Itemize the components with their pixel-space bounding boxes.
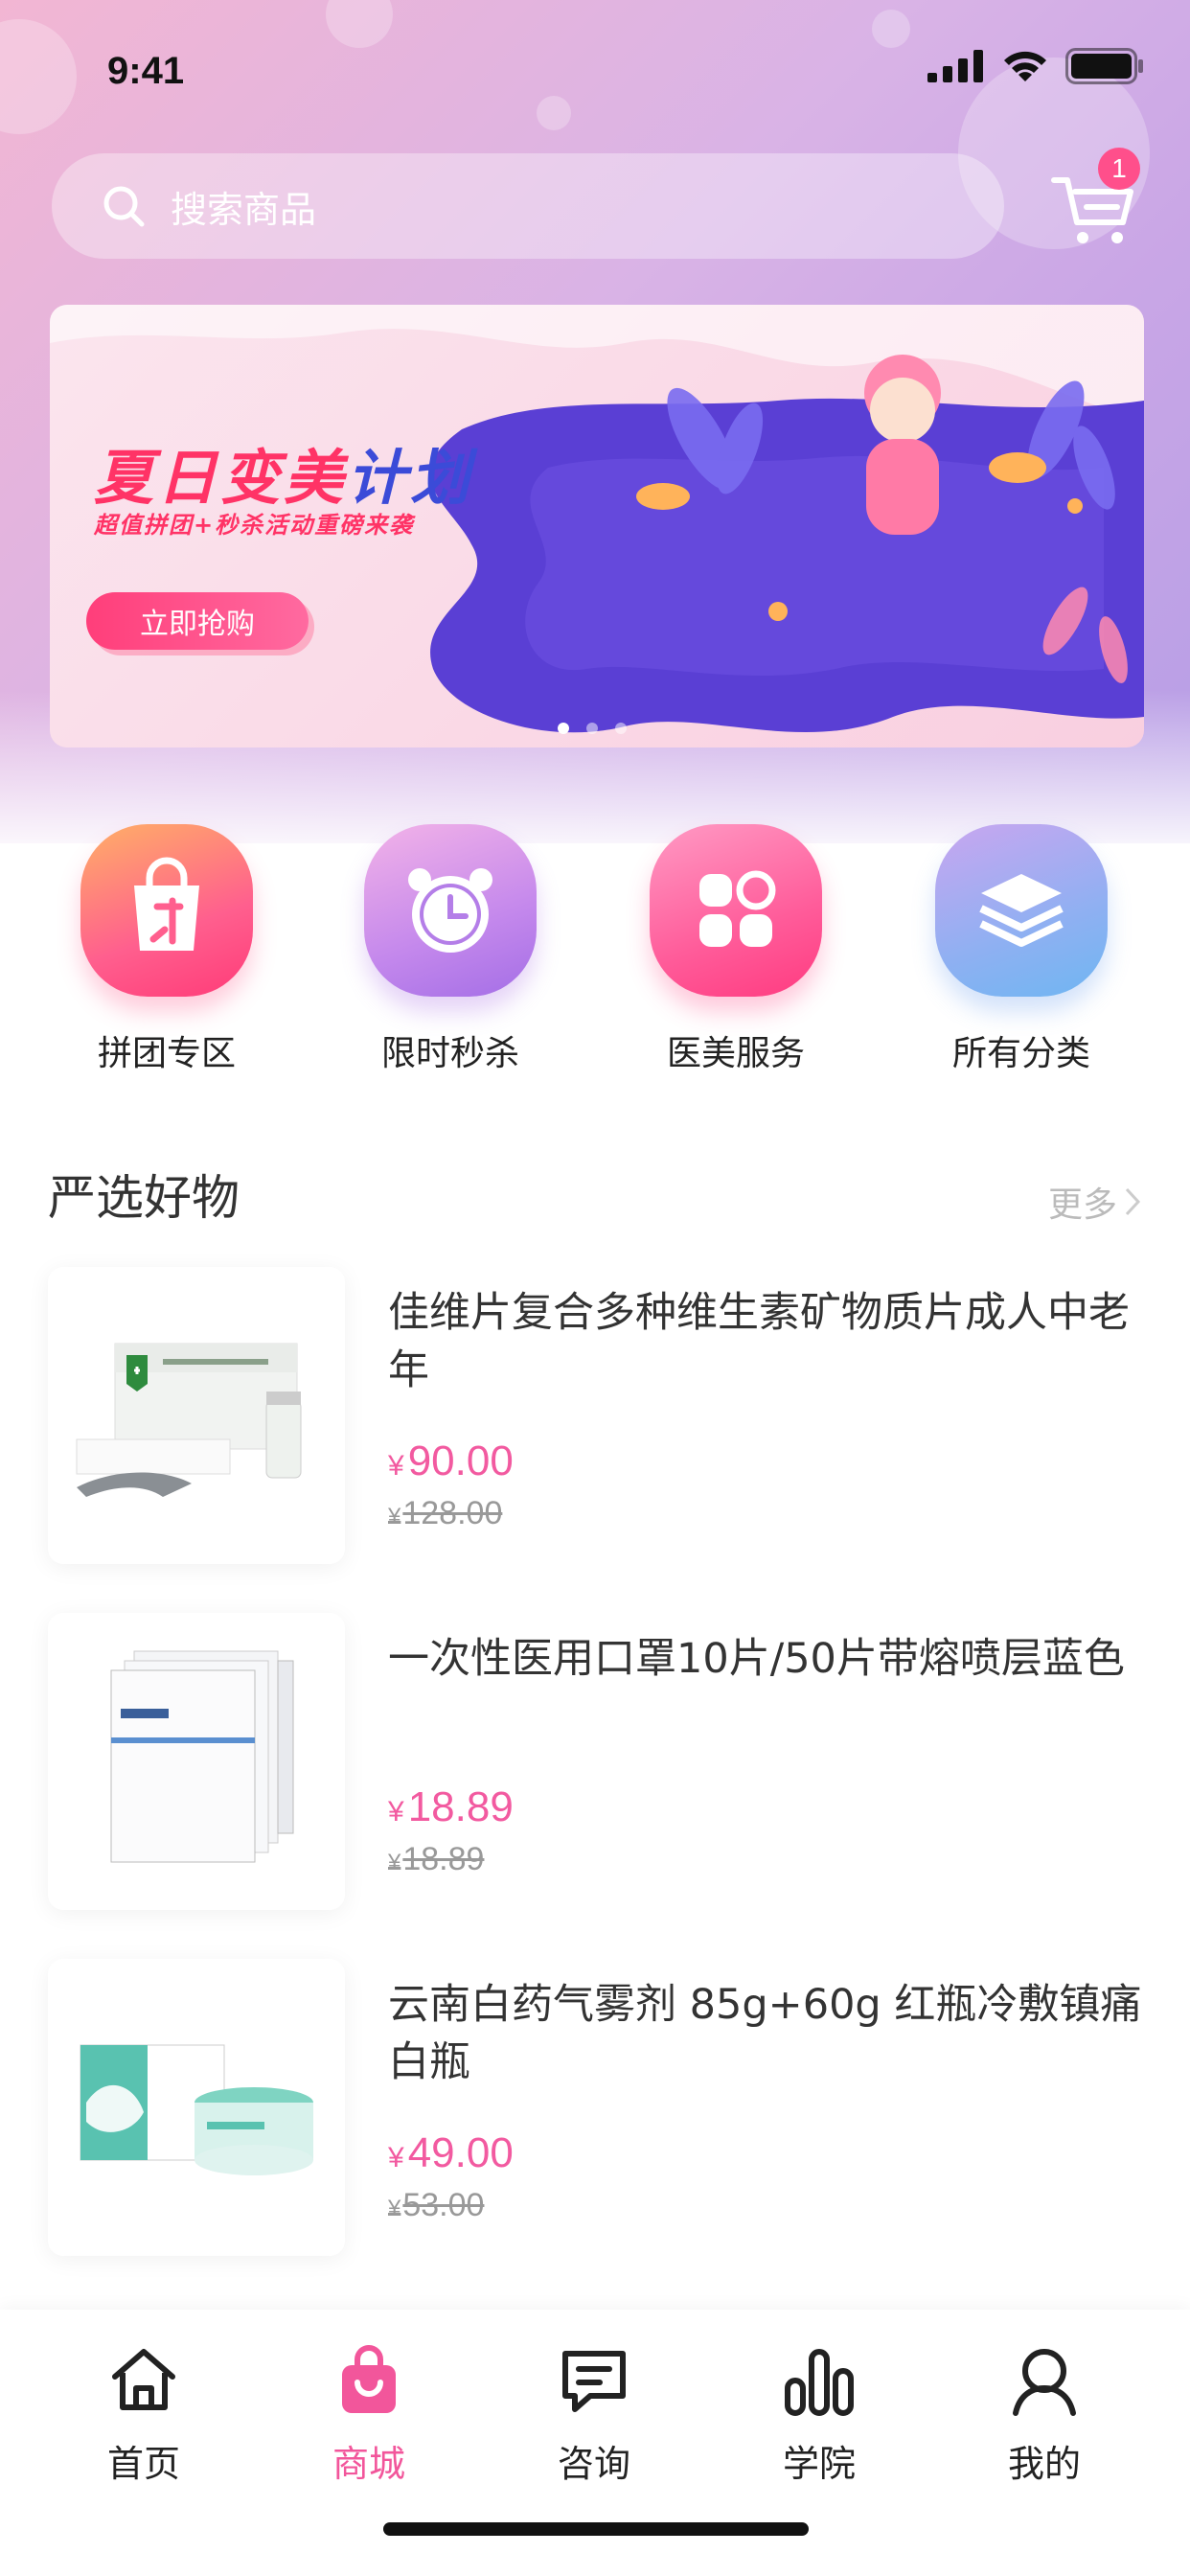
- cellular-signal-icon: [927, 50, 983, 82]
- shopping-bag-icon: [80, 824, 253, 997]
- category-label: 限时秒杀: [380, 1034, 519, 1073]
- product-price: ¥18.89: [388, 1783, 514, 1831]
- category-label: 医美服务: [666, 1034, 805, 1073]
- original-price-value: 53.00: [402, 2187, 485, 2223]
- product-image: [48, 1959, 345, 2256]
- product-price: ¥90.00: [388, 1438, 514, 1485]
- tab-label: 首页: [106, 2443, 180, 2485]
- tab-home[interactable]: 首页: [57, 2344, 230, 2487]
- currency-symbol: ¥: [388, 2196, 401, 2221]
- original-price-value: 18.89: [402, 1841, 485, 1877]
- banner-dot[interactable]: [558, 723, 569, 734]
- search-icon: [103, 186, 145, 227]
- cart-badge: 1: [1098, 148, 1140, 190]
- wifi-icon: [1004, 51, 1046, 81]
- more-label: 更多: [1047, 1185, 1117, 1225]
- category-grid: 拼团专区 限时秒杀 医美服务 所有分类: [0, 824, 1190, 1083]
- price-value: 18.89: [407, 1783, 514, 1830]
- category-group-buy[interactable]: 拼团专区: [52, 824, 282, 1075]
- category-medical-beauty[interactable]: 医美服务: [621, 824, 851, 1075]
- product-title: 佳维片复合多种维生素矿物质片成人中老年: [388, 1289, 1130, 1394]
- product-original-price: ¥53.00: [388, 2187, 484, 2224]
- user-icon: [1013, 2349, 1076, 2416]
- tab-profile[interactable]: 我的: [958, 2344, 1131, 2487]
- product-card[interactable]: 一次性医用口罩10片/50片带熔喷层蓝色 ¥18.89 ¥18.89: [48, 1613, 1142, 1912]
- layers-icon: [935, 824, 1108, 997]
- more-link[interactable]: 更多: [1048, 1177, 1142, 1227]
- promo-banner[interactable]: 夏日变美计划 超值拼团+秒杀活动重磅来袭 立即抢购: [50, 305, 1144, 748]
- search-input[interactable]: 搜索商品: [52, 153, 1004, 259]
- home-icon: [112, 2349, 175, 2410]
- chat-icon: [562, 2351, 626, 2412]
- product-price: ¥49.00: [388, 2129, 514, 2177]
- category-label: 拼团专区: [97, 1034, 236, 1073]
- home-indicator[interactable]: [383, 2522, 809, 2536]
- product-card[interactable]: 佳维片复合多种维生素矿物质片成人中老年 ¥90.00 ¥128.00: [48, 1267, 1142, 1566]
- product-title: 一次性医用口罩10片/50片带熔喷层蓝色: [388, 1635, 1125, 1683]
- category-all[interactable]: 所有分类: [906, 824, 1136, 1075]
- tab-shop[interactable]: 商城: [283, 2344, 455, 2487]
- price-value: 90.00: [407, 1438, 514, 1484]
- banner-pagination: [558, 723, 627, 734]
- currency-symbol: ¥: [388, 1850, 401, 1875]
- product-card[interactable]: 云南白药气雾剂 85g+60g 红瓶冷敷镇痛白瓶 ¥49.00 ¥53.00: [48, 1959, 1142, 2258]
- banner-dot[interactable]: [615, 723, 627, 734]
- status-icons: [927, 48, 1144, 84]
- product-image: [48, 1267, 345, 1564]
- section-title: 严选好物: [48, 1170, 240, 1226]
- banner-title-part1: 夏日变美: [94, 443, 348, 513]
- battery-icon: [1065, 48, 1143, 84]
- tab-consult[interactable]: 咨询: [508, 2344, 680, 2487]
- product-title: 云南白药气雾剂 85g+60g 红瓶冷敷镇痛白瓶: [388, 1981, 1142, 2086]
- tab-label: 我的: [1007, 2443, 1081, 2485]
- category-flash-sale[interactable]: 限时秒杀: [335, 824, 565, 1075]
- product-image: [48, 1613, 345, 1910]
- product-original-price: ¥18.89: [388, 1841, 484, 1878]
- status-bar: 9:41: [0, 0, 1190, 144]
- search-placeholder: 搜索商品: [171, 188, 317, 231]
- status-time: 9:41: [107, 50, 185, 92]
- currency-symbol: ¥: [388, 1796, 404, 1828]
- tab-label: 咨询: [557, 2443, 630, 2485]
- tab-label: 学院: [782, 2443, 856, 2485]
- product-original-price: ¥128.00: [388, 1495, 502, 1532]
- price-value: 49.00: [407, 2129, 514, 2176]
- banner-title-part2: 计划: [347, 443, 474, 513]
- category-label: 所有分类: [951, 1034, 1090, 1073]
- clover-icon: [650, 824, 822, 997]
- banner-buy-button[interactable]: 立即抢购: [86, 592, 309, 650]
- banner-subtitle: 超值拼团+秒杀活动重磅来袭: [94, 512, 415, 539]
- banner-title: 夏日变美计划: [94, 429, 473, 516]
- original-price-value: 128.00: [402, 1495, 503, 1531]
- shop-bag-icon: [342, 2345, 396, 2413]
- bar-chart-icon: [785, 2349, 854, 2416]
- alarm-clock-icon: [364, 824, 537, 997]
- tab-label: 商城: [332, 2443, 405, 2485]
- search-row: 搜索商品 1: [52, 148, 1140, 259]
- banner-dot[interactable]: [586, 723, 598, 734]
- currency-symbol: ¥: [388, 2142, 404, 2174]
- currency-symbol: ¥: [388, 1504, 401, 1530]
- bottom-tab-bar: 首页 商城 咨询 学院 我的: [0, 2310, 1190, 2576]
- currency-symbol: ¥: [388, 1450, 404, 1482]
- chevron-right-icon: [1125, 1187, 1141, 1216]
- tab-academy[interactable]: 学院: [733, 2344, 905, 2487]
